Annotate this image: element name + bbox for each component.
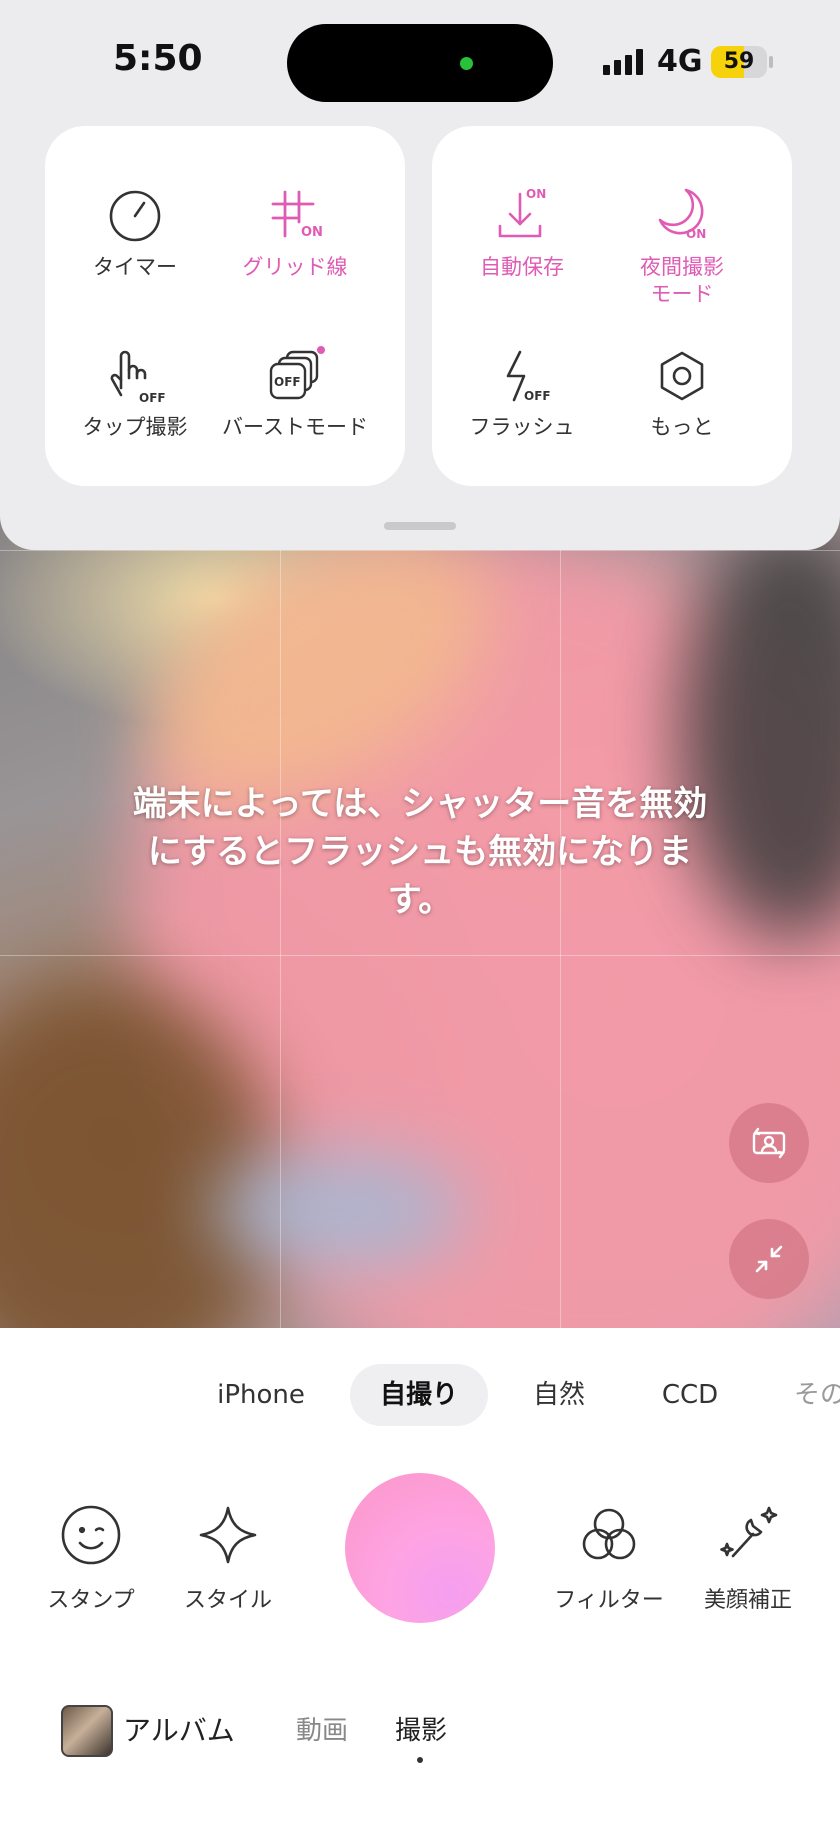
hexagon-icon [660, 351, 704, 401]
sparkle-icon [199, 1506, 257, 1564]
stamp-button[interactable]: スタンプ [31, 1500, 151, 1614]
nav-photo[interactable]: 撮影 [395, 1711, 447, 1751]
nav-album[interactable]: アルバム [123, 1711, 235, 1751]
settings-sheet: 5:50 4G 59 タイマー ON グリッド線 OFF タップ撮影 OFF バ… [0, 0, 840, 550]
stamp-label: スタンプ [47, 1588, 135, 1613]
timer-label: タイマー [93, 255, 177, 279]
flash-label: フラッシュ [469, 415, 575, 439]
style-tab-selfie[interactable]: 自撮り [350, 1364, 488, 1426]
autosave-option[interactable]: ON 自動保存 [432, 184, 612, 334]
signal-icon [603, 49, 643, 75]
burst-off-icon: OFF [269, 346, 325, 400]
style-label: スタイル [183, 1588, 272, 1613]
filter-icon [582, 1508, 636, 1560]
tap-shoot-label: タップ撮影 [82, 415, 188, 439]
nav-active-indicator [417, 1757, 423, 1763]
tap-shoot-option[interactable]: OFF タップ撮影 [45, 344, 225, 494]
collapse-arrows-icon [755, 1245, 783, 1273]
autosave-label: 自動保存 [480, 255, 564, 279]
settings-card-right: ON 自動保存 ON 夜間撮影 モード OFF フラッシュ もっと [432, 126, 792, 486]
svg-text:ON: ON [526, 187, 546, 201]
grid-label: グリッド線 [242, 255, 348, 279]
grid-on-icon: ON [271, 190, 323, 240]
style-tab-other[interactable]: その [780, 1364, 840, 1426]
network-type: 4G [657, 44, 703, 79]
battery-cap [769, 56, 773, 68]
magic-wand-icon [720, 1506, 778, 1558]
style-tab-iphone[interactable]: iPhone [200, 1364, 322, 1426]
burst-option[interactable]: OFF バーストモード [205, 344, 385, 494]
night-mode-option[interactable]: ON 夜間撮影 モード [592, 184, 772, 334]
shutter-button[interactable] [345, 1473, 495, 1623]
night-mode-label: 夜間撮影 モード [640, 255, 724, 306]
more-label: もっと [650, 415, 714, 439]
timer-option[interactable]: タイマー [45, 184, 225, 334]
download-on-icon: ON [498, 187, 546, 238]
svg-text:OFF: OFF [524, 389, 551, 403]
collapse-button[interactable] [729, 1219, 809, 1299]
timer-icon [109, 190, 161, 242]
beauty-label: 美顔補正 [703, 1588, 792, 1613]
smiley-icon [61, 1505, 121, 1565]
svg-text:OFF: OFF [139, 391, 166, 405]
grid-line [0, 955, 840, 956]
flash-off-icon: OFF [506, 350, 551, 403]
switch-camera-button[interactable] [729, 1103, 809, 1183]
battery-percent: 59 [723, 49, 755, 74]
battery-icon: 59 [711, 46, 767, 78]
status-time: 5:50 [113, 38, 203, 79]
status-bar: 5:50 4G 59 [0, 0, 840, 120]
style-tab-natural[interactable]: 自然 [518, 1364, 600, 1426]
grid-line [0, 550, 840, 551]
flash-notice: 端末によっては、シャッター音を無効にするとフラッシュも無効になります。 [132, 784, 708, 920]
camera-indicator-dot [460, 57, 473, 70]
svg-text:OFF: OFF [274, 375, 301, 389]
preview-blur [210, 1150, 470, 1270]
flash-option[interactable]: OFF フラッシュ [432, 344, 612, 494]
album-thumbnail[interactable] [61, 1705, 113, 1757]
tap-off-icon: OFF [110, 350, 166, 405]
svg-text:ON: ON [301, 225, 323, 240]
style-button[interactable]: スタイル [168, 1500, 288, 1614]
style-tab-ccd[interactable]: CCD [640, 1364, 740, 1426]
grid-option[interactable]: ON グリッド線 [205, 184, 385, 334]
settings-card-left: タイマー ON グリッド線 OFF タップ撮影 OFF バーストモード [45, 126, 405, 486]
sheet-handle[interactable] [384, 522, 456, 530]
style-tabs: iPhone 自撮り 自然 CCD その [0, 1364, 840, 1426]
burst-label: バーストモード [222, 415, 368, 439]
more-option[interactable]: もっと [592, 344, 772, 494]
beauty-button[interactable]: 美顔補正 [688, 1500, 808, 1614]
nav-video[interactable]: 動画 [296, 1711, 348, 1751]
moon-on-icon: ON [658, 188, 706, 241]
filter-button[interactable]: フィルター [549, 1500, 669, 1614]
switch-camera-icon [752, 1127, 786, 1159]
svg-text:ON: ON [686, 227, 706, 241]
filter-label: フィルター [554, 1588, 664, 1613]
bottom-panel: iPhone 自撮り 自然 CCD その スタンプ スタイル フィルター 美顔補… [0, 1328, 840, 1821]
dynamic-island [287, 24, 553, 102]
